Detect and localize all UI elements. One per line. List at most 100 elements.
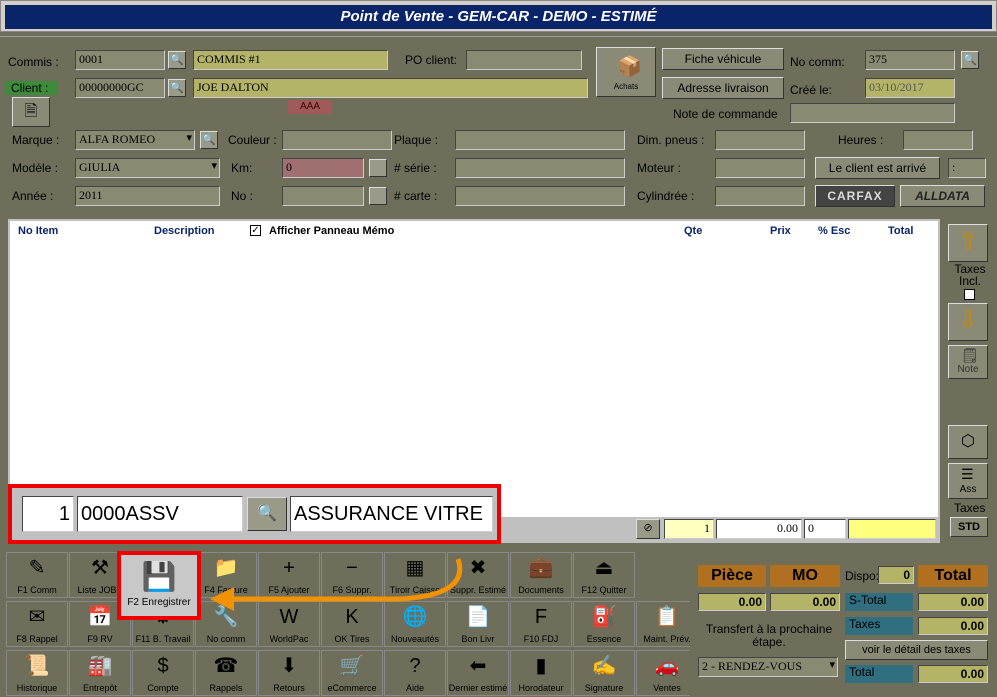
entry-code-field[interactable]: 0000ASSV bbox=[77, 496, 243, 532]
km-label: Km: bbox=[231, 161, 253, 175]
highlight-save-box[interactable]: 💾 F2 Enregistrer bbox=[117, 551, 201, 620]
no-comm-search-icon[interactable]: 🔍 bbox=[961, 51, 979, 69]
memo-label: Afficher Panneau Mémo bbox=[269, 225, 395, 237]
vehicle-header-panel: Commis : 0001 🔍 COMMIS #1 PO client: 📦 A… bbox=[0, 36, 997, 214]
toolbar-button-0-9[interactable]: ⏏ F12 Quitter bbox=[573, 552, 635, 598]
marque-search-icon[interactable]: 🔍 bbox=[200, 131, 218, 149]
toolbar-button-1-9[interactable]: ⛽ Essence bbox=[573, 601, 635, 647]
toolbar-icon: ⬅ bbox=[469, 655, 487, 677]
toolbar-button-2-7[interactable]: ⬅ Dernier estimé bbox=[447, 650, 509, 696]
toolbar-button-1-8[interactable]: F F10 FDJ bbox=[510, 601, 572, 647]
toolbar-button-1-10[interactable]: 📋 Maint. Prév. bbox=[636, 601, 698, 647]
marque-select[interactable]: ALFA ROMEO bbox=[75, 130, 195, 150]
carte-field[interactable] bbox=[455, 186, 625, 206]
toolbar-button-2-4[interactable]: ⬇ Retours bbox=[258, 650, 320, 696]
col-esc[interactable]: % Esc bbox=[818, 225, 850, 237]
commis-code-field[interactable]: 0001 bbox=[75, 50, 165, 70]
toolbar-button-2-9[interactable]: ✍ Signature bbox=[573, 650, 635, 696]
km-field[interactable]: 0 bbox=[282, 158, 364, 178]
entry-prix-field[interactable]: 0.00 bbox=[716, 519, 802, 539]
commis-name-field[interactable]: COMMIS #1 bbox=[193, 50, 388, 70]
po-field[interactable] bbox=[466, 50, 582, 70]
no-button-icon[interactable] bbox=[369, 187, 387, 205]
entry-desc-field[interactable]: ASSURANCE VITRE bbox=[290, 496, 493, 532]
toolbar-button-0-8[interactable]: 💼 Documents bbox=[510, 552, 572, 598]
no-comm-field[interactable]: 375 bbox=[865, 50, 955, 70]
entry-qte-field[interactable]: 1 bbox=[664, 519, 714, 539]
toolbar-button-1-0[interactable]: ✉ F8 Rappel bbox=[6, 601, 68, 647]
toolbar-label: F9 RV bbox=[87, 634, 113, 644]
entry-esc-field[interactable]: 0 bbox=[804, 519, 846, 539]
dispo-field: 0 bbox=[878, 566, 914, 584]
no-field[interactable] bbox=[282, 186, 364, 206]
achats-label: Achats bbox=[613, 82, 639, 91]
save-button-label: F2 Enregistrer bbox=[127, 597, 191, 608]
taxes-incl-label: Taxes Incl. bbox=[954, 262, 986, 288]
toolbar-icon: ⏏ bbox=[594, 557, 614, 579]
col-total[interactable]: Total bbox=[888, 225, 913, 237]
note-commande-field[interactable] bbox=[790, 103, 955, 123]
col-qte[interactable]: Qte bbox=[684, 225, 702, 237]
col-no-item[interactable]: No Item bbox=[18, 225, 58, 237]
toolbar-icon: ✍ bbox=[591, 655, 617, 677]
client-search-icon[interactable]: 🔍 bbox=[168, 79, 186, 97]
toolbar-label: Entrepôt bbox=[82, 683, 118, 693]
stotal-value: 0.00 bbox=[918, 593, 988, 611]
memo-checkbox[interactable]: ✓ bbox=[250, 225, 261, 236]
taxes-incl-checkbox[interactable] bbox=[964, 289, 975, 300]
toolbar-button-2-3[interactable]: ☎ Rappels bbox=[195, 650, 257, 696]
annotation-arrow bbox=[210, 558, 463, 611]
commis-search-icon[interactable]: 🔍 bbox=[168, 51, 186, 69]
etape-select[interactable]: 2 - RENDEZ-VOUS bbox=[698, 657, 838, 677]
carte-label: # carte : bbox=[394, 189, 438, 203]
alldata-button[interactable]: ALLDATA bbox=[900, 185, 985, 207]
toolbar-button-2-5[interactable]: 🛒 eCommerce bbox=[321, 650, 383, 696]
toolbar-label: F10 FDJ bbox=[523, 634, 559, 644]
annee-field[interactable]: 2011 bbox=[75, 186, 220, 206]
modele-label: Modèle : bbox=[12, 161, 59, 175]
fiche-vehicule-button[interactable]: Fiche véhicule bbox=[662, 48, 784, 70]
dim-pneus-field[interactable] bbox=[715, 130, 805, 150]
toolbar-button-2-10[interactable]: 🚗 Ventes bbox=[636, 650, 698, 696]
toolbar-button-2-1[interactable]: 🏭 Entrepôt bbox=[69, 650, 131, 696]
km-button-icon[interactable] bbox=[369, 159, 387, 177]
serie-label: # série : bbox=[394, 161, 437, 175]
entry-qty-field[interactable]: 1 bbox=[22, 496, 74, 532]
toolbar-button-2-6[interactable]: ? Aide bbox=[384, 650, 446, 696]
client-info-button[interactable]: 🗎 bbox=[12, 97, 50, 127]
move-down-arrow-icon[interactable]: ⇩ bbox=[948, 303, 988, 341]
ass-button[interactable]: ☰ Ass bbox=[948, 463, 988, 499]
plaque-field[interactable] bbox=[455, 130, 625, 150]
carfax-button[interactable]: CARFAX bbox=[815, 185, 895, 207]
modele-select[interactable]: GIULIA bbox=[75, 158, 220, 178]
toolbar-icon: ⛽ bbox=[591, 606, 617, 628]
toolbar-label: Signature bbox=[584, 683, 624, 693]
toolbar-button-0-0[interactable]: ✎ F1 Comm bbox=[6, 552, 68, 598]
toolbar-label: Retours bbox=[273, 683, 305, 693]
moteur-field[interactable] bbox=[715, 158, 805, 178]
note-button[interactable]: 🗒 Note bbox=[948, 345, 988, 379]
col-description[interactable]: Description bbox=[154, 225, 215, 237]
move-up-arrow-icon[interactable]: ⇧ bbox=[948, 224, 988, 262]
transfert-label: Transfert à la prochaine étape. bbox=[705, 622, 833, 649]
std-button[interactable]: STD bbox=[950, 517, 988, 537]
heures-field[interactable] bbox=[903, 130, 973, 150]
hex-icon[interactable]: ⬡ bbox=[948, 425, 988, 459]
client-code-field[interactable]: 00000000GC bbox=[75, 78, 165, 98]
dispo-label: Dispo: bbox=[845, 569, 880, 583]
detail-taxes-button[interactable]: voir le détail des taxes bbox=[845, 640, 988, 660]
achats-button[interactable]: 📦 Achats bbox=[596, 47, 656, 97]
couleur-field[interactable] bbox=[282, 130, 392, 150]
toolbar-button-2-2[interactable]: $ Compte bbox=[132, 650, 194, 696]
adresse-livraison-button[interactable]: Adresse livraison bbox=[662, 77, 784, 99]
entry-search-icon[interactable]: 🔍 bbox=[247, 497, 287, 531]
col-prix[interactable]: Prix bbox=[770, 225, 791, 237]
toolbar-button-2-0[interactable]: 📜 Historique bbox=[6, 650, 68, 696]
client-name-field[interactable]: JOE DALTON bbox=[193, 78, 588, 98]
serie-field[interactable] bbox=[455, 158, 625, 178]
toolbar-button-2-8[interactable]: ▮ Horodateur bbox=[510, 650, 572, 696]
client-arrive-button[interactable]: Le client est arrivé bbox=[815, 157, 940, 179]
toolbar-icon: F bbox=[534, 606, 548, 628]
tire-icon[interactable]: ⊘ bbox=[636, 519, 660, 539]
cylindree-field[interactable] bbox=[715, 186, 805, 206]
